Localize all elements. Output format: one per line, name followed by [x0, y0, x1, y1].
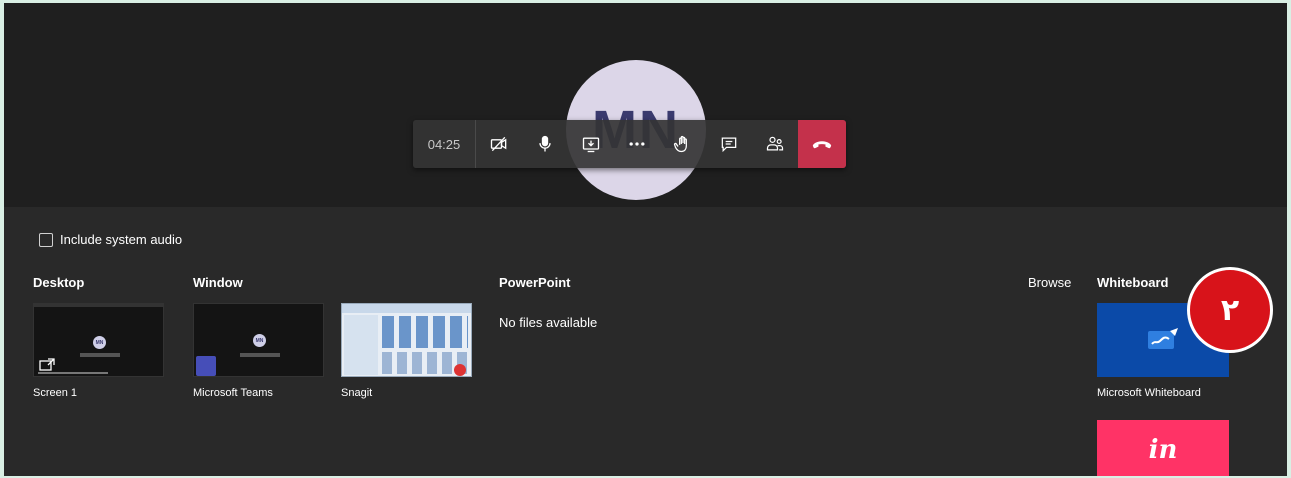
teams-app-icon	[196, 356, 216, 376]
microsoft-teams-thumbnail[interactable]: MN	[193, 303, 324, 377]
invision-logo: in	[1148, 435, 1178, 465]
annotation-badge-number: ٢	[1220, 293, 1240, 327]
more-options-button[interactable]	[614, 120, 660, 168]
thumb-toolbar	[80, 353, 120, 357]
screen-1-thumbnail[interactable]: MN	[33, 303, 164, 377]
thumb-toolbar	[240, 353, 280, 357]
camera-off-icon	[490, 136, 507, 152]
whiteboard-icon	[1148, 328, 1178, 349]
participants-button[interactable]	[752, 120, 798, 168]
thumb-avatar: MN	[253, 334, 266, 347]
powerpoint-empty-state: No files available	[499, 315, 598, 330]
snagit-label: Snagit	[341, 387, 373, 399]
share-screen-icon	[39, 358, 55, 371]
teams-window: MN 04:25	[4, 3, 1287, 476]
chat-icon	[721, 137, 737, 153]
share-screen-icon	[582, 137, 600, 153]
snagit-app-icon	[454, 364, 466, 376]
whiteboard-heading: Whiteboard	[1097, 275, 1169, 290]
annotation-badge: ٢	[1187, 267, 1273, 353]
window-heading: Window	[193, 275, 243, 290]
include-audio-option[interactable]: Include system audio	[39, 232, 182, 247]
camera-toggle-button[interactable]	[476, 120, 522, 168]
chat-button[interactable]	[706, 120, 752, 168]
share-tray: Include system audio Desktop Window Powe…	[4, 207, 1287, 476]
more-options-icon	[629, 142, 645, 146]
invision-tile[interactable]: in	[1097, 420, 1229, 476]
share-screen-button[interactable]	[568, 120, 614, 168]
screen-1-label: Screen 1	[33, 387, 78, 399]
microphone-icon	[539, 135, 551, 152]
phone-hangup-icon	[812, 141, 832, 149]
powerpoint-heading: PowerPoint	[499, 275, 571, 290]
include-audio-checkbox[interactable]	[39, 232, 53, 247]
call-timer: 04:25	[413, 120, 476, 168]
browse-link[interactable]: Browse	[1028, 275, 1071, 290]
include-audio-label: Include system audio	[60, 232, 183, 247]
call-stage: MN 04:25	[4, 3, 1287, 207]
raise-hand-button[interactable]	[660, 120, 706, 168]
microsoft-whiteboard-label: Microsoft Whiteboard	[1097, 387, 1201, 399]
microsoft-teams-label: Microsoft Teams	[193, 387, 273, 399]
participants-icon	[766, 136, 784, 151]
desktop-heading: Desktop	[33, 275, 85, 290]
thumb-avatar: MN	[93, 336, 106, 349]
thumb-strip	[38, 372, 108, 374]
hang-up-button[interactable]	[798, 120, 846, 168]
microphone-button[interactable]	[522, 120, 568, 168]
raise-hand-icon	[673, 135, 687, 153]
snagit-thumbnail[interactable]	[341, 303, 472, 377]
call-toolbar: 04:25	[413, 120, 846, 168]
